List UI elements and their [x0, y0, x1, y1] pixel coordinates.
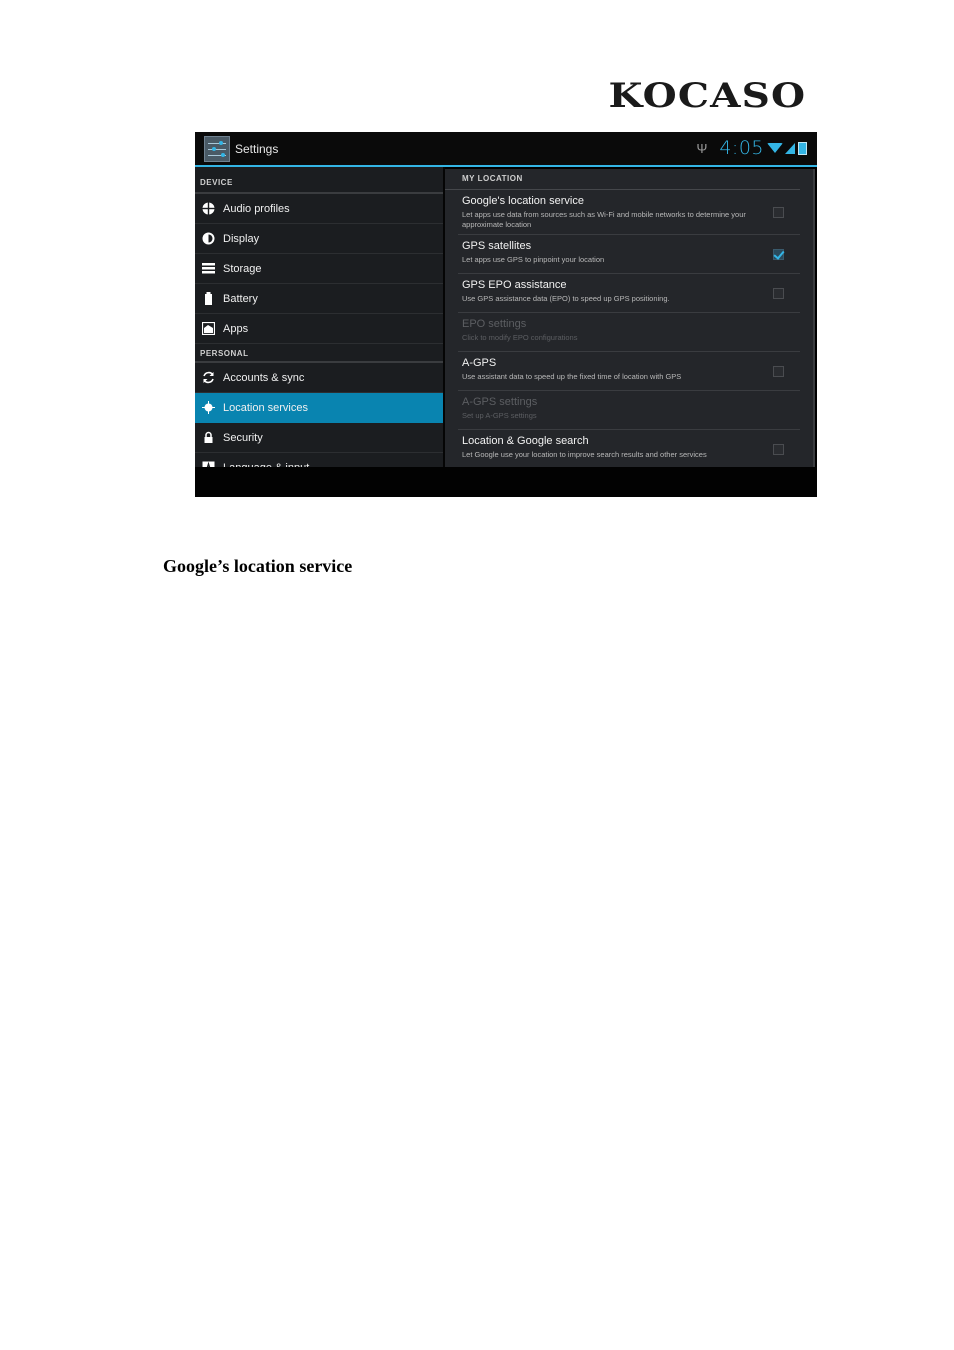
status-bar: Ψ 4:05 — [696, 137, 807, 159]
google-location-checkbox[interactable] — [773, 207, 784, 218]
storage-icon — [202, 262, 215, 275]
gps-epo-checkbox[interactable] — [773, 288, 784, 299]
system-navigation-bar — [195, 467, 817, 497]
sidebar-item-label: Apps — [223, 322, 249, 335]
pref-title: EPO settings — [462, 318, 527, 330]
kocaso-logo: KOCASO — [608, 76, 807, 116]
sidebar-item-label: Accounts & sync — [223, 371, 305, 384]
sidebar-item-label: Location services — [223, 401, 308, 414]
sidebar-item-display[interactable]: Display — [195, 224, 443, 254]
lock-icon — [202, 431, 215, 444]
sidebar-item-label: Security — [223, 431, 263, 444]
sidebar-item-label: Storage — [223, 262, 262, 275]
sidebar-item-label: Audio profiles — [223, 202, 290, 215]
audio-profiles-icon — [202, 202, 215, 215]
apps-icon — [202, 322, 215, 335]
section-header-my-location: MY LOCATION — [445, 169, 800, 190]
pref-title: Google's location service — [462, 195, 584, 207]
section-header-device: DEVICE — [195, 167, 443, 194]
pref-a-gps-settings[interactable]: A-GPS settings Set up A-GPS settings — [458, 391, 800, 430]
pref-title: A-GPS — [462, 357, 497, 369]
status-clock: 4:05 — [719, 137, 764, 159]
location-google-search-checkbox[interactable] — [773, 444, 784, 455]
sidebar-item-battery[interactable]: Battery — [195, 284, 443, 314]
pref-summary: Let apps use GPS to pinpoint your locati… — [462, 255, 605, 264]
pref-title: A-GPS settings — [462, 396, 538, 408]
pref-summary: Set up A-GPS settings — [462, 411, 537, 420]
pref-summary: Let apps use data from sources such as W… — [462, 210, 746, 229]
sidebar-item-security[interactable]: Security — [195, 423, 443, 453]
sidebar-item-storage[interactable]: Storage — [195, 254, 443, 284]
pref-epo-settings[interactable]: EPO settings Click to modify EPO configu… — [458, 313, 800, 352]
display-brightness-icon — [202, 232, 215, 245]
pref-summary: Use assistant data to speed up the fixed… — [462, 372, 682, 381]
battery-charging-icon — [798, 141, 807, 155]
a-gps-checkbox[interactable] — [773, 366, 784, 377]
sync-icon — [202, 371, 215, 384]
pref-gps-satellites[interactable]: GPS satellites Let apps use GPS to pinpo… — [458, 235, 800, 274]
pref-title: Location & Google search — [462, 435, 589, 447]
sidebar-item-audio-profiles[interactable]: Audio profiles — [195, 194, 443, 224]
sidebar-item-language-input[interactable]: Language & input — [195, 453, 443, 467]
usb-icon: Ψ — [696, 140, 708, 156]
battery-icon — [202, 292, 215, 305]
sidebar-item-accounts-sync[interactable]: Accounts & sync — [195, 363, 443, 393]
section-caption: Google’s location service — [163, 556, 353, 576]
pref-title: GPS EPO assistance — [462, 279, 567, 291]
sidebar-item-location-services[interactable]: Location services — [195, 393, 443, 423]
android-screenshot: Settings Ψ 4:05 DEVICE Audio profiles Di… — [195, 132, 817, 497]
pref-google-location-service[interactable]: Google's location service Let apps use d… — [458, 190, 800, 235]
wifi-icon — [767, 143, 783, 153]
sidebar-item-label: Display — [223, 232, 260, 245]
sidebar-item-apps[interactable]: Apps — [195, 314, 443, 344]
location-settings-pane: MY LOCATION Google's location service Le… — [445, 169, 815, 467]
settings-sliders-icon[interactable] — [204, 136, 230, 162]
pref-summary: Click to modify EPO configurations — [462, 333, 578, 342]
pref-summary: Let Google use your location to improve … — [462, 450, 707, 459]
sidebar-item-label: Battery — [223, 292, 258, 305]
action-bar: Settings Ψ 4:05 — [195, 132, 817, 167]
pref-gps-epo-assistance[interactable]: GPS EPO assistance Use GPS assistance da… — [458, 274, 800, 313]
section-header-personal: PERSONAL — [195, 344, 443, 363]
location-icon — [202, 401, 215, 414]
action-bar-title: Settings — [235, 142, 279, 156]
pref-summary: Use GPS assistance data (EPO) to speed u… — [462, 294, 670, 303]
pref-title: GPS satellites — [462, 240, 532, 252]
cell-signal-icon — [785, 142, 795, 154]
pref-location-google-search[interactable]: Location & Google search Let Google use … — [458, 430, 800, 467]
settings-sidebar: DEVICE Audio profiles Display Storage Ba… — [195, 167, 443, 467]
pref-a-gps[interactable]: A-GPS Use assistant data to speed up the… — [458, 352, 800, 391]
gps-satellites-checkbox[interactable] — [773, 249, 784, 260]
